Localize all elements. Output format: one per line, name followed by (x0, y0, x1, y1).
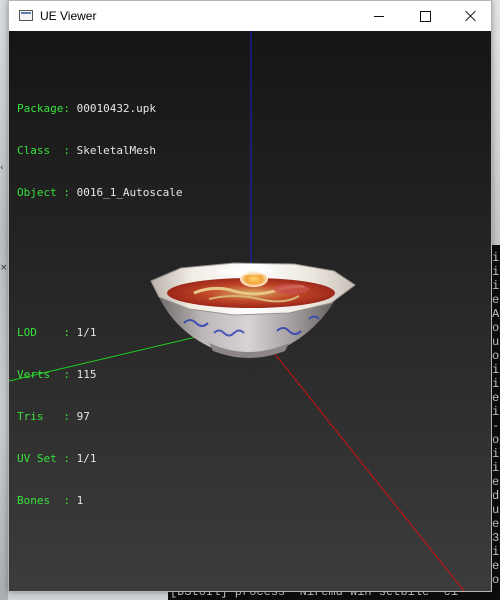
info-separator: : (63, 452, 70, 465)
console-line: i (492, 265, 500, 279)
info-separator: : (63, 410, 70, 423)
info-row-package: Package: 00010432.upk (17, 102, 183, 116)
info-key: LOD (17, 326, 37, 339)
close-button[interactable] (448, 1, 494, 31)
info-key: Tris (17, 410, 44, 423)
desktop-marker: ‹ (0, 163, 4, 173)
info-row-lod: LOD:1/1 (17, 326, 183, 340)
info-separator: : (63, 186, 70, 199)
info-key: UV Set (17, 452, 57, 465)
lod-value: 1/1 (76, 326, 97, 339)
title-bar[interactable]: UE Viewer (9, 1, 491, 31)
info-key: Object (17, 186, 57, 199)
info-key: Verts (17, 368, 51, 381)
window-title: UE Viewer (40, 9, 97, 23)
console-line: o (492, 321, 500, 335)
console-line: i (492, 447, 500, 461)
package-value: 00010432.upk (76, 102, 157, 115)
x-axis-line (250, 323, 465, 591)
console-line: o (492, 433, 500, 447)
info-separator: : (63, 494, 70, 507)
info-row-verts: Verts:115 (17, 368, 183, 382)
info-key: Class (17, 144, 51, 157)
info-separator: : (63, 102, 70, 115)
console-line: e (492, 517, 500, 531)
console-line: 3 (492, 531, 500, 545)
3d-viewport[interactable]: Package: 00010432.upk Class: SkeletalMesh … (9, 31, 491, 591)
object-info-block: Package: 00010432.upk Class: SkeletalMesh … (17, 74, 183, 228)
console-line: d (492, 489, 500, 503)
console-line: i (492, 279, 500, 293)
desktop-marker: × (0, 263, 8, 273)
console-line: e (492, 293, 500, 307)
console-line: e (492, 475, 500, 489)
console-window-side: iiieAouoiiei-oiiedue3ieoi (492, 245, 500, 600)
info-row-tris: Tris:97 (17, 410, 183, 424)
console-line: i (492, 405, 500, 419)
maximize-icon (419, 10, 431, 22)
info-row-bones: Bones:1 (17, 494, 183, 508)
info-row-object: Object:0016_1_Autoscale (17, 186, 183, 200)
ue-viewer-window: UE Viewer Package: 00010432.upk Class: … (8, 0, 492, 592)
info-key: Bones (17, 494, 51, 507)
minimize-button[interactable] (356, 1, 402, 31)
verts-value: 115 (76, 368, 97, 381)
close-icon (465, 10, 477, 22)
mesh-stats-block: LOD:1/1 Verts:115 Tris:97 UV Set:1/1 Bon… (17, 298, 183, 536)
bones-value: 1 (76, 494, 84, 507)
info-separator: : (63, 144, 70, 157)
info-row-class: Class: SkeletalMesh (17, 144, 183, 158)
app-window-icon (19, 10, 33, 21)
uvset-value: 1/1 (76, 452, 97, 465)
object-value: 0016_1_Autoscale (76, 186, 183, 199)
console-line: i (492, 377, 500, 391)
console-line: A (492, 307, 500, 321)
console-line: i (492, 461, 500, 475)
console-line: e (492, 559, 500, 573)
mesh-info-overlay: Package: 00010432.upk Class: SkeletalMesh … (17, 46, 183, 564)
console-line: o (492, 349, 500, 363)
console-line: u (492, 503, 500, 517)
class-value: SkeletalMesh (76, 144, 157, 157)
console-line: i (492, 251, 500, 265)
console-line: - (492, 419, 500, 433)
desktop-background-left (0, 0, 8, 600)
info-separator: : (63, 368, 70, 381)
minimize-icon (374, 15, 384, 17)
tris-value: 97 (76, 410, 90, 423)
console-line: i (492, 545, 500, 559)
console-line: i (492, 363, 500, 377)
console-line: u (492, 335, 500, 349)
info-row-uvset: UV Set:1/1 (17, 452, 183, 466)
desktop-background-right (492, 0, 500, 245)
maximize-button[interactable] (402, 1, 448, 31)
console-line: e (492, 391, 500, 405)
info-separator: : (63, 326, 70, 339)
info-key: Package (17, 102, 64, 115)
